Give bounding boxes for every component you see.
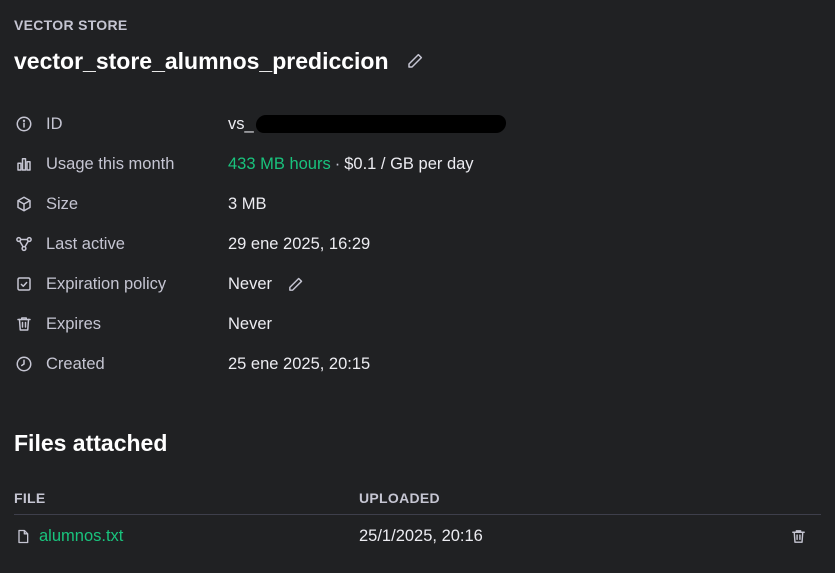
property-value: 25 ene 2025, 20:15 [228,354,371,373]
delete-file-button[interactable] [787,525,809,547]
files-attached-heading: Files attached [14,430,168,456]
redaction-bar [254,115,507,133]
trash-icon [791,529,805,543]
column-header-file: FILE [14,490,46,506]
expiration-policy-value: Never [228,274,273,293]
file-icon [14,527,32,545]
property-value: Never [228,314,273,333]
property-id: ID vs_ [14,104,714,144]
separator: · [334,154,341,173]
column-header-uploaded: UPLOADED [359,490,440,506]
property-last-active: Last active 29 ene 2025, 16:29 [14,224,714,264]
section-label: VECTOR STORE [14,17,128,33]
property-label: Last active [46,234,125,253]
info-icon [14,114,34,134]
trash-icon [14,314,34,334]
table-header: FILE UPLOADED [14,482,821,515]
usage-link[interactable]: 433 MB hours [228,155,331,174]
property-label: Expiration policy [46,274,167,293]
rate-value: $0.1 / GB per day [344,154,474,173]
property-value: 433 MB hours · $0.1 / GB per day [228,155,474,174]
cube-icon [14,194,34,214]
property-value: 29 ene 2025, 16:29 [228,234,371,253]
edit-expiration-button[interactable] [286,275,304,293]
bar-chart-icon [14,154,34,174]
property-label: Usage this month [46,154,175,173]
title-row: vector_store_alumnos_prediccion [14,46,425,76]
page-title: vector_store_alumnos_prediccion [14,48,389,74]
property-label: ID [46,114,63,133]
calendar-check-icon [14,274,34,294]
property-value: 3 MB [228,194,267,213]
property-expiration-policy: Expiration policy Never [14,264,714,304]
property-usage: Usage this month 433 MB hours · $0.1 / G… [14,144,714,184]
property-size: Size 3 MB [14,184,714,224]
property-value: Never [228,275,304,294]
id-value: vs_ [228,114,254,133]
property-label: Size [46,194,79,213]
property-expires: Expires Never [14,304,714,344]
clock-icon [14,354,34,374]
property-value: vs_ [228,114,507,134]
nodes-icon [14,234,34,254]
property-created: Created 25 ene 2025, 20:15 [14,344,714,384]
edit-title-button[interactable] [405,51,425,71]
property-label: Expires [46,314,102,333]
pencil-icon [288,277,302,291]
files-table: FILE UPLOADED alumnos.txt 25/1/2025, 20:… [14,482,821,557]
property-label: Created [46,354,105,373]
table-row: alumnos.txt 25/1/2025, 20:16 [14,515,821,557]
pencil-icon [407,53,422,68]
file-cell: alumnos.txt [14,527,359,546]
file-name-link[interactable]: alumnos.txt [39,527,123,546]
properties-list: ID vs_ Usage this month 433 MB hours · $… [14,104,714,384]
uploaded-date: 25/1/2025, 20:16 [359,526,483,545]
